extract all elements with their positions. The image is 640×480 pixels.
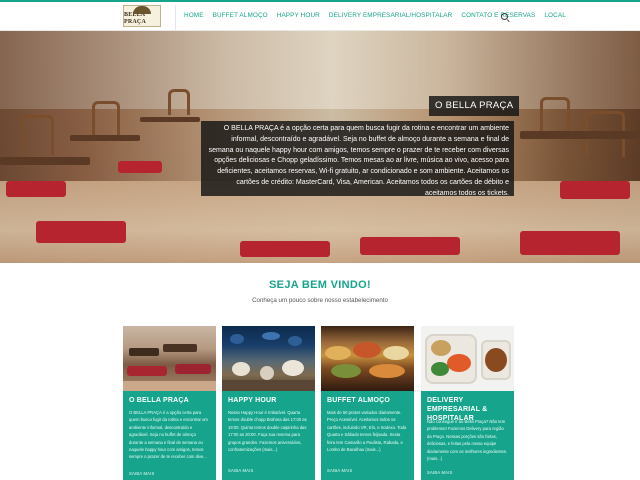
card-more-link[interactable]: SAIBA MAIS <box>228 468 254 473</box>
hero-photo-seat <box>118 161 162 173</box>
hero-photo-table <box>520 131 640 139</box>
card-text: Nosso Happy Hour é Imbatível. Quarta tem… <box>228 410 307 453</box>
hero-title: O BELLA PRAÇA <box>429 96 520 116</box>
hero-photo-chair <box>20 115 54 155</box>
hero-photo-seat <box>6 181 66 197</box>
card-bella-praca[interactable]: O BELLA PRAÇA O BELLA PRAÇA é a opção ce… <box>123 326 216 480</box>
nav-happy-hour[interactable]: HAPPY HOUR <box>277 12 320 19</box>
card-more-link[interactable]: SAIBA MAIS <box>129 471 155 476</box>
hero-photo-chair <box>168 89 190 115</box>
site-header: BELLA PRAÇA HOME BUFFET ALMOÇO HAPPY HOU… <box>0 2 640 31</box>
nav-home[interactable]: HOME <box>184 12 204 19</box>
card-happy-hour[interactable]: HAPPY HOUR Nosso Happy Hour é Imbatível.… <box>222 326 315 480</box>
nav-delivery[interactable]: DELIVERY EMPRESARIAL/HOSPITALAR <box>329 12 453 19</box>
hero-photo-seat <box>520 231 620 255</box>
nav-buffet-almoco[interactable]: BUFFET ALMOÇO <box>213 12 268 19</box>
logo-text: BELLA PRAÇA <box>124 12 146 25</box>
card-image-buffet <box>321 326 414 391</box>
hero-photo-table <box>140 117 200 122</box>
hero-photo-chair <box>540 97 570 133</box>
hero-photo-chair <box>92 101 120 135</box>
hero-photo-seat <box>360 237 460 255</box>
card-text: Mais de 50 pratos variados diariamente. … <box>327 410 407 453</box>
card-more-link[interactable]: SAIBA MAIS <box>327 468 353 473</box>
hero-photo-seat <box>36 221 126 243</box>
header-divider <box>175 5 176 31</box>
card-buffet-almoco[interactable]: BUFFET ALMOÇO Mais de 50 pratos variados… <box>321 326 414 480</box>
hero-photo-table <box>70 135 140 141</box>
card-text: Não consegue ir ao Bella Praça? Não tem … <box>427 419 508 462</box>
hero-description: O BELLA PRAÇA é a opção certa para quem … <box>201 121 514 197</box>
search-icon[interactable] <box>501 13 508 20</box>
card-image-happy-hour <box>222 326 315 391</box>
card-title: BUFFET ALMOÇO <box>327 397 390 404</box>
card-title: O BELLA PRAÇA <box>129 397 189 404</box>
welcome-subtitle: Conheça um pouco sobre nosso estabelecim… <box>252 297 388 304</box>
card-image-delivery <box>421 326 514 391</box>
logo-emblem <box>130 6 154 14</box>
feature-cards: O BELLA PRAÇA O BELLA PRAÇA é a opção ce… <box>123 326 515 480</box>
nav-contato-reservas[interactable]: CONTATO E RESERVAS <box>461 12 535 19</box>
card-title: HAPPY HOUR <box>228 397 277 404</box>
card-more-link[interactable]: SAIBA MAIS <box>427 470 453 475</box>
card-image-restaurant <box>123 326 216 391</box>
hero-photo-seat <box>560 181 630 199</box>
hero-photo-table <box>0 157 90 165</box>
welcome-title: SEJA BEM VINDO! <box>269 279 371 291</box>
hero-photo-seat <box>240 241 330 257</box>
card-text: O BELLA PRAÇA é a opção certa para quem … <box>129 410 208 460</box>
card-delivery[interactable]: DELIVERY EMPRESARIAL & HOSPITALAR Não co… <box>421 326 514 480</box>
nav-local[interactable]: LOCAL <box>544 12 565 19</box>
main-nav: HOME BUFFET ALMOÇO HAPPY HOUR DELIVERY E… <box>184 12 566 19</box>
logo[interactable]: BELLA PRAÇA <box>123 5 161 27</box>
